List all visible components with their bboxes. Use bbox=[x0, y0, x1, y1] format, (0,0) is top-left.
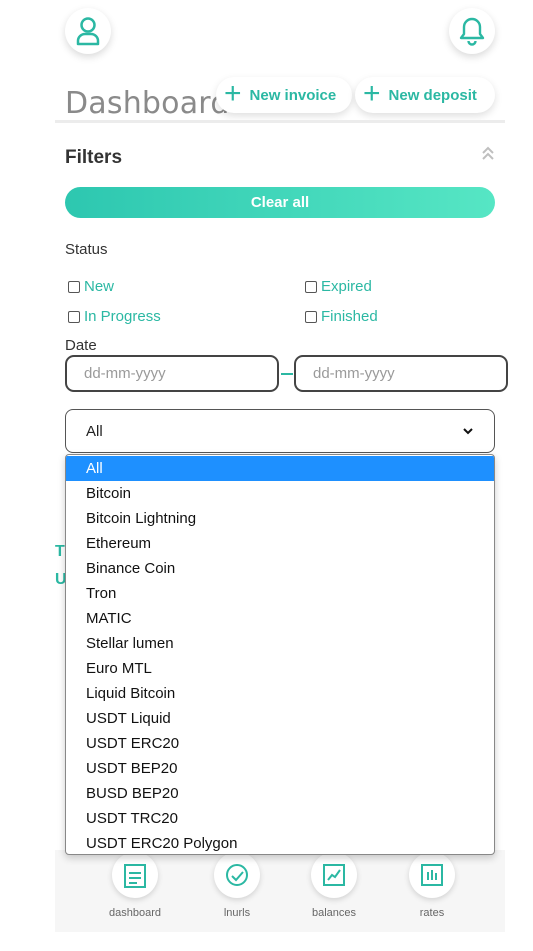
status-finished-label: Finished bbox=[321, 308, 378, 325]
nav-lnurls-label: lnurls bbox=[223, 907, 251, 919]
currency-option[interactable]: Tron bbox=[66, 581, 494, 606]
status-expired-checkbox[interactable]: Expired bbox=[305, 278, 372, 295]
status-in-progress-label: In Progress bbox=[84, 308, 161, 325]
currency-option[interactable]: USDT TRC20 bbox=[66, 806, 494, 831]
lnurl-icon bbox=[214, 852, 260, 898]
nav-dashboard[interactable]: dashboard bbox=[95, 852, 175, 919]
currency-option[interactable]: Euro MTL bbox=[66, 656, 494, 681]
page-title: Dashboard bbox=[65, 86, 230, 121]
chevron-double-up-icon[interactable] bbox=[480, 145, 496, 166]
date-from-input[interactable]: dd-mm-yyyy bbox=[65, 355, 279, 392]
new-invoice-button[interactable]: + New invoice bbox=[216, 77, 352, 113]
currency-option[interactable]: USDT ERC20 bbox=[66, 731, 494, 756]
status-in-progress-checkbox[interactable]: In Progress bbox=[68, 308, 161, 325]
status-label: Status bbox=[65, 241, 108, 258]
currency-option[interactable]: Bitcoin Lightning bbox=[66, 506, 494, 531]
plus-icon: + bbox=[363, 76, 381, 110]
currency-option[interactable]: USDT Liquid bbox=[66, 706, 494, 731]
checkbox-box[interactable] bbox=[68, 280, 80, 293]
currency-select[interactable]: All bbox=[65, 409, 495, 453]
user-icon bbox=[76, 17, 100, 46]
status-new-label: New bbox=[84, 278, 115, 295]
checkbox-box[interactable] bbox=[68, 310, 80, 323]
currency-option[interactable]: Bitcoin bbox=[66, 481, 494, 506]
hidden-content-fragment: T bbox=[55, 543, 65, 560]
nav-dashboard-label: dashboard bbox=[109, 907, 161, 919]
status-new-checkbox[interactable]: New bbox=[68, 278, 114, 295]
nav-rates-label: rates bbox=[419, 907, 445, 919]
currency-option[interactable]: BUSD BEP20 bbox=[66, 781, 494, 806]
checkbox-box[interactable] bbox=[305, 310, 317, 323]
currency-option[interactable]: Liquid Bitcoin bbox=[66, 681, 494, 706]
dashboard-icon bbox=[112, 852, 158, 898]
status-expired-label: Expired bbox=[321, 278, 372, 295]
currency-option[interactable]: MATIC bbox=[66, 606, 494, 631]
nav-balances[interactable]: balances bbox=[294, 852, 374, 919]
nav-balances-label: balances bbox=[311, 907, 357, 919]
date-label: Date bbox=[65, 337, 97, 354]
currency-option[interactable]: USDT BEP20 bbox=[66, 756, 494, 781]
profile-button[interactable] bbox=[65, 8, 111, 54]
status-finished-checkbox[interactable]: Finished bbox=[305, 308, 378, 325]
currency-option[interactable]: Stellar lumen bbox=[66, 631, 494, 656]
nav-rates[interactable]: rates bbox=[392, 852, 472, 919]
currency-option[interactable]: Binance Coin bbox=[66, 556, 494, 581]
filters-title: Filters bbox=[65, 147, 123, 168]
new-deposit-button[interactable]: + New deposit bbox=[355, 77, 495, 113]
nav-lnurls[interactable]: lnurls bbox=[197, 852, 277, 919]
currency-option[interactable]: Ethereum bbox=[66, 531, 494, 556]
checkbox-box[interactable] bbox=[305, 280, 317, 293]
date-range-separator bbox=[281, 373, 293, 375]
chart-line-icon bbox=[311, 852, 357, 898]
clear-all-button[interactable]: Clear all bbox=[65, 187, 495, 218]
date-to-input[interactable]: dd-mm-yyyy bbox=[294, 355, 508, 392]
currency-option[interactable]: USDT ERC20 Polygon bbox=[66, 831, 494, 854]
notifications-button[interactable] bbox=[449, 8, 495, 54]
currency-options-list[interactable]: All Bitcoin Bitcoin Lightning Ethereum Binan… bbox=[65, 454, 495, 855]
new-invoice-label: New invoice bbox=[249, 86, 337, 104]
currency-select-value: All bbox=[86, 422, 103, 440]
chevron-down-icon bbox=[463, 428, 473, 435]
new-deposit-label: New deposit bbox=[388, 86, 477, 104]
plus-icon: + bbox=[224, 76, 242, 110]
bell-icon bbox=[459, 17, 485, 46]
currency-option[interactable]: All bbox=[66, 456, 494, 481]
bar-chart-icon bbox=[409, 852, 455, 898]
header-divider bbox=[55, 120, 505, 123]
